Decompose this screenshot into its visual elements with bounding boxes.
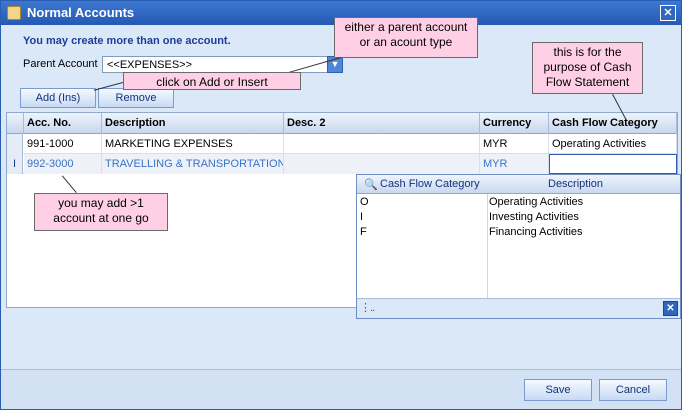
- callout-parent-hint: either a parent account or an acount typ…: [334, 17, 478, 58]
- row-indicator: [7, 134, 23, 154]
- column-header-description[interactable]: Description: [102, 113, 284, 134]
- dropdown-item[interactable]: F Financing Activities: [357, 225, 680, 240]
- cell-description[interactable]: MARKETING EXPENSES: [102, 134, 284, 154]
- cell-acc-no[interactable]: 992-3000: [24, 154, 102, 174]
- bottom-bar: Save Cancel: [1, 369, 681, 409]
- cell-currency[interactable]: MYR: [480, 134, 549, 154]
- callout-multi-hint: you may add >1 account at one go: [34, 193, 168, 231]
- callout-parent-hint-line1: either a parent account: [344, 20, 468, 34]
- table-row[interactable]: I 992-3000 TRAVELLING & TRANSPORTATION M…: [7, 154, 677, 174]
- dropdown-header-category[interactable]: Cash Flow Category: [377, 175, 487, 194]
- form-icon: [7, 6, 21, 20]
- cash-flow-dropdown: 🔍 Cash Flow Category Description O Opera…: [356, 174, 681, 319]
- parent-account-combo[interactable]: <<EXPENSES>>: [102, 56, 342, 73]
- dropdown-item[interactable]: I Investing Activities: [357, 210, 680, 225]
- callout-multi-hint-line1: you may add >1: [58, 196, 144, 210]
- column-header-acc-no[interactable]: Acc. No.: [24, 113, 102, 134]
- normal-accounts-window: Normal Accounts ✕ You may create more th…: [0, 0, 682, 410]
- callout-cashflow-hint-line2: purpose of Cash: [543, 60, 632, 74]
- callout-cashflow-hint-line3: Flow Statement: [545, 75, 630, 89]
- dropdown-item-code: O: [360, 196, 369, 208]
- cell-currency[interactable]: MYR: [480, 154, 549, 174]
- dropdown-item-description: Investing Activities: [489, 211, 579, 223]
- table-row[interactable]: 991-1000 MARKETING EXPENSES MYR Operatin…: [7, 134, 677, 154]
- cell-desc2[interactable]: [284, 134, 480, 154]
- cell-cash-flow-editor[interactable]: [549, 154, 677, 174]
- dropdown-item-description: Operating Activities: [489, 196, 584, 208]
- grid-header: Acc. No. Description Desc. 2 Currency Ca…: [7, 113, 677, 134]
- cell-cash-flow[interactable]: Operating Activities: [549, 134, 677, 154]
- dropdown-close-button[interactable]: ✕: [663, 301, 678, 316]
- window-title: Normal Accounts: [27, 5, 135, 20]
- callout-multi-hint-line2: account at one go: [53, 211, 149, 225]
- info-text: You may create more than one account.: [23, 35, 231, 47]
- callout-add-hint: click on Add or Insert: [123, 72, 301, 90]
- dropdown-item-code: F: [360, 226, 367, 238]
- dropdown-item-description: Financing Activities: [489, 226, 583, 238]
- parent-account-label: Parent Account: [23, 58, 98, 70]
- cancel-button[interactable]: Cancel: [599, 379, 667, 401]
- dropdown-item-code: I: [360, 211, 364, 223]
- column-header-currency[interactable]: Currency: [480, 113, 549, 134]
- column-header-desc2[interactable]: Desc. 2: [284, 113, 480, 134]
- dropdown-item[interactable]: O Operating Activities: [357, 195, 680, 210]
- dropdown-footer: ⋮.. ✕: [357, 298, 680, 318]
- remove-button[interactable]: Remove: [98, 88, 174, 108]
- dropdown-header: 🔍 Cash Flow Category Description: [357, 175, 680, 194]
- cell-acc-no[interactable]: 991-1000: [24, 134, 102, 154]
- edit-indicator: I: [7, 154, 23, 174]
- column-header-cash-flow-category[interactable]: Cash Flow Category: [549, 113, 677, 134]
- cell-desc2[interactable]: [284, 154, 480, 174]
- save-button[interactable]: Save: [524, 379, 592, 401]
- close-button[interactable]: ✕: [660, 5, 676, 21]
- resize-grip-icon[interactable]: ⋮..: [360, 301, 375, 314]
- callout-cashflow-hint-line1: this is for the: [553, 45, 622, 59]
- callout-parent-hint-line2: or an acount type: [359, 35, 453, 49]
- add-button[interactable]: Add (Ins): [20, 88, 96, 108]
- dropdown-header-description[interactable]: Description: [545, 175, 606, 194]
- cell-description[interactable]: TRAVELLING & TRANSPORTATION: [102, 154, 284, 174]
- header-indicator: [7, 113, 24, 134]
- callout-cashflow-hint: this is for the purpose of Cash Flow Sta…: [532, 42, 643, 94]
